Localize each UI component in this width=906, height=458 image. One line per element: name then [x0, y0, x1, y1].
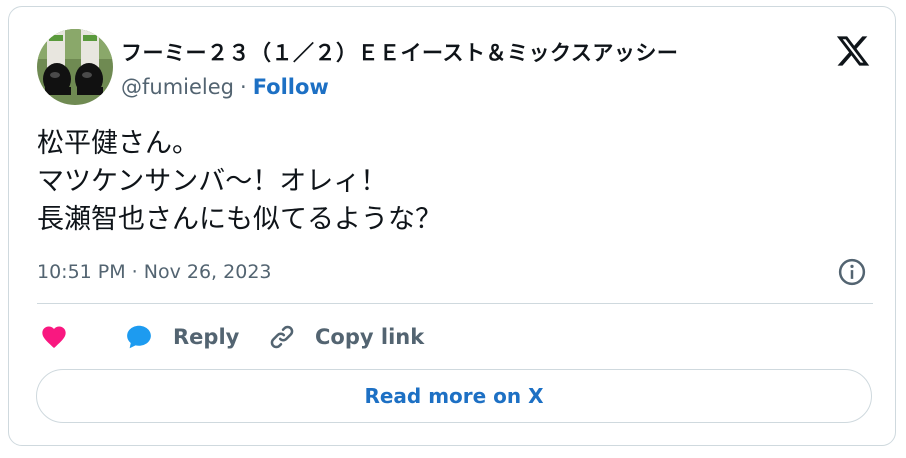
copy-link-label: Copy link: [315, 325, 425, 349]
heart-icon: [42, 326, 66, 348]
tweet-timestamp[interactable]: 10:51 PM · Nov 26, 2023: [37, 261, 272, 283]
link-icon: [270, 325, 294, 349]
copy-link-button[interactable]: Copy link: [267, 321, 424, 353]
reply-label: Reply: [173, 325, 240, 349]
avatar[interactable]: [37, 29, 113, 105]
tweet-line: 長瀬智也さんにも似てるような？: [37, 204, 442, 235]
read-more-button[interactable]: Read more on X: [36, 369, 872, 423]
tweet-text: 松平健さん。 マツケンサンバ〜！オレィ！ 長瀬智也さんにも似てるような？: [37, 125, 442, 239]
avatar-image: [37, 29, 113, 105]
follow-button[interactable]: Follow: [253, 75, 329, 99]
divider: [37, 303, 873, 304]
separator-dot: ·: [240, 75, 247, 99]
tweet-line: マツケンサンバ〜！オレィ！: [37, 166, 388, 197]
info-icon[interactable]: [837, 257, 867, 287]
reply-button[interactable]: Reply: [123, 321, 239, 353]
read-more-label: Read more on X: [364, 384, 544, 408]
tweet-line: 松平健さん。: [37, 128, 199, 159]
display-name[interactable]: フーミー２３（１／２）ＥＥイースト＆ミックスアッシー: [121, 37, 678, 67]
x-logo-icon[interactable]: [835, 33, 871, 69]
like-button[interactable]: [39, 321, 69, 353]
handle-row: @fumieleg · Follow: [121, 75, 329, 99]
user-handle[interactable]: @fumieleg: [121, 75, 234, 99]
reply-bubble-icon: [127, 325, 151, 349]
tweet-card: フーミー２３（１／２）ＥＥイースト＆ミックスアッシー @fumieleg · Fol…: [8, 6, 896, 446]
